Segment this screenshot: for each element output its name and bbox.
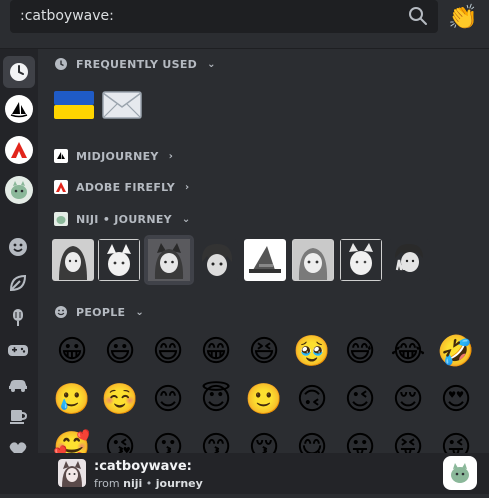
emoji-relieved[interactable]: 😌 bbox=[388, 380, 428, 420]
custom-emoji-witch-hat-5[interactable] bbox=[244, 239, 286, 281]
section-title: FREQUENTLY USED bbox=[76, 57, 198, 71]
source-server-name: niji bbox=[123, 477, 143, 490]
chevron-right-icon: › bbox=[168, 150, 174, 162]
source-separator: • bbox=[145, 477, 153, 490]
midjourney-server-icon bbox=[54, 149, 68, 163]
emoji-envelope[interactable] bbox=[102, 91, 142, 119]
catboywave-preview-image bbox=[58, 459, 86, 487]
emoji-grin[interactable]: 😁 bbox=[196, 332, 236, 372]
custom-emoji-anime-girl-1[interactable] bbox=[52, 239, 94, 281]
niji-journey-server-icon[interactable] bbox=[5, 176, 33, 204]
emoji-smiling-tear[interactable]: 🥲 bbox=[52, 380, 92, 420]
search-query[interactable]: :catboywave: bbox=[20, 8, 114, 24]
emoji-blush[interactable]: 😊 bbox=[148, 380, 188, 420]
custom-emoji-anime-catboy-2[interactable] bbox=[98, 239, 140, 281]
chevron-down-icon: ⌄ bbox=[181, 213, 191, 225]
emoji-kissing-closed-eyes[interactable]: 😚 bbox=[244, 428, 284, 453]
top-bar: :catboywave: 👏 bbox=[0, 0, 489, 49]
section-header-people[interactable]: PEOPLE ⌄ bbox=[54, 303, 144, 321]
waving-hand-icon[interactable]: 👏 bbox=[448, 2, 478, 32]
emoji-upside-down[interactable]: 🙃 bbox=[292, 380, 332, 420]
emoji-winking-tongue[interactable]: 😜 bbox=[436, 428, 476, 453]
emoji-relaxed[interactable]: ☺️ bbox=[100, 380, 140, 420]
leaf-icon[interactable] bbox=[7, 273, 29, 295]
emoji-tongue[interactable]: 😛 bbox=[340, 428, 380, 453]
emoji-ukraine-flag[interactable] bbox=[54, 91, 94, 119]
adobe-firefly-server-icon[interactable] bbox=[5, 136, 33, 164]
smiley-icon bbox=[54, 305, 68, 319]
section-title: PEOPLE bbox=[76, 305, 126, 319]
clock-icon[interactable] bbox=[3, 56, 35, 88]
coffee-icon[interactable] bbox=[7, 406, 29, 428]
emoji-heart-eyes[interactable]: 😍 bbox=[436, 380, 476, 420]
chevron-down-icon: ⌄ bbox=[135, 306, 145, 318]
midjourney-server-icon[interactable] bbox=[5, 95, 33, 123]
emoji-yum[interactable]: 😋 bbox=[292, 428, 332, 453]
section-header-niji-journey[interactable]: NIJI • JOURNEY ⌄ bbox=[54, 210, 191, 228]
emoji-smiling-hearts[interactable]: 🥰 bbox=[52, 428, 92, 453]
car-icon[interactable] bbox=[7, 374, 29, 396]
niji-journey-server-icon[interactable] bbox=[443, 456, 477, 490]
custom-emoji-anime-girl-6[interactable] bbox=[292, 239, 334, 281]
source-server-name-2: journey bbox=[155, 477, 203, 490]
emoji-sweat-smile[interactable]: 😅 bbox=[340, 332, 380, 372]
section-header-frequently-used[interactable]: FREQUENTLY USED ⌄ bbox=[54, 55, 216, 73]
custom-emoji-anime-catgirl-7[interactable] bbox=[340, 239, 382, 281]
custom-emoji-anime-boy-4[interactable] bbox=[196, 239, 238, 281]
chevron-down-icon: ⌄ bbox=[207, 58, 216, 70]
emoji-rofl[interactable]: 🤣 bbox=[436, 332, 476, 372]
clock-icon bbox=[54, 57, 68, 71]
niji-journey-server-icon bbox=[54, 212, 68, 226]
section-title: ADOBE FIREFLY bbox=[76, 180, 175, 194]
preview-emoji-source: from niji • journey bbox=[94, 477, 203, 490]
emoji-grid-pane: FREQUENTLY USED ⌄ MIDJOURNEY › ADOBE FIR… bbox=[38, 49, 489, 453]
emoji-slight-smile[interactable]: 🙂 bbox=[244, 380, 284, 420]
emoji-kissing[interactable]: 😗 bbox=[148, 428, 188, 453]
custom-emoji-catboywave-selected[interactable] bbox=[144, 235, 194, 285]
search-icon bbox=[409, 7, 427, 25]
emoji-preview-footer: :catboywave: from niji • journey bbox=[0, 453, 489, 494]
emoji-kissing-heart[interactable]: 😘 bbox=[100, 428, 140, 453]
section-title: NIJI • JOURNEY bbox=[76, 212, 172, 226]
emoji-squinting-tongue[interactable]: 😝 bbox=[388, 428, 428, 453]
category-rail bbox=[0, 49, 38, 494]
preview-emoji-name: :catboywave: bbox=[94, 459, 192, 474]
emoji-innocent[interactable]: 😇 bbox=[196, 380, 236, 420]
section-header-adobe-firefly[interactable]: ADOBE FIREFLY › bbox=[54, 178, 189, 196]
emoji-smiley[interactable]: 😃 bbox=[100, 332, 140, 372]
emoji-grinning[interactable]: 😀 bbox=[52, 332, 92, 372]
emoji-joy[interactable]: 😂 bbox=[388, 332, 428, 372]
from-label: from bbox=[94, 477, 120, 490]
section-title: MIDJOURNEY bbox=[76, 149, 159, 163]
emoji-holding-back-tears[interactable]: 🥹 bbox=[292, 332, 332, 372]
section-header-midjourney[interactable]: MIDJOURNEY › bbox=[54, 147, 173, 165]
smiley-icon[interactable] bbox=[7, 237, 29, 259]
chevron-right-icon: › bbox=[185, 181, 190, 193]
gamepad-icon[interactable] bbox=[7, 340, 29, 362]
emoji-laughing[interactable]: 😆 bbox=[244, 332, 284, 372]
emoji-search-input[interactable]: :catboywave: bbox=[10, 0, 438, 33]
emoji-smile[interactable]: 😄 bbox=[148, 332, 188, 372]
adobe-firefly-server-icon bbox=[54, 180, 68, 194]
custom-emoji-anime-peace-8[interactable] bbox=[388, 239, 430, 281]
emoji-kissing-smiling-eyes[interactable]: 😙 bbox=[196, 428, 236, 453]
emoji-wink[interactable]: 😉 bbox=[340, 380, 380, 420]
popsicle-icon[interactable] bbox=[7, 307, 29, 329]
